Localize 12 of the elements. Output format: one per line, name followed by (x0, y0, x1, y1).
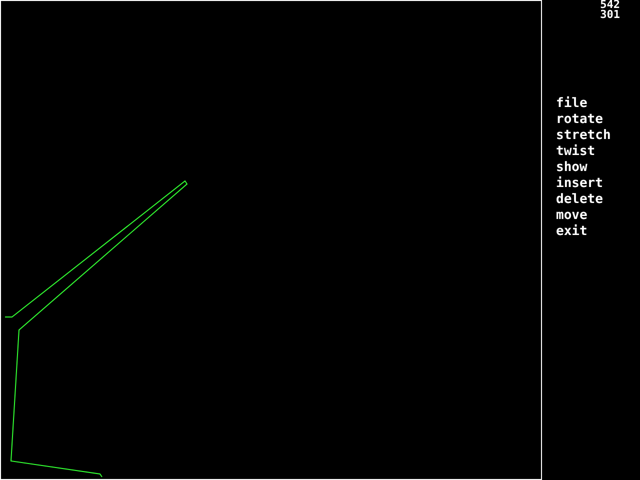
menu-item[interactable]: move (556, 208, 588, 224)
menu-item[interactable]: show (556, 160, 588, 176)
menu-item[interactable]: delete (556, 192, 603, 208)
menu-item[interactable]: stretch (556, 128, 611, 144)
menu-item[interactable]: twist (556, 144, 596, 160)
coordinate-readout: 301 (600, 10, 620, 20)
menu-item[interactable]: exit (556, 224, 588, 240)
coordinate-readout: 542 (600, 0, 620, 10)
drawing-canvas[interactable] (0, 0, 542, 480)
menu-item[interactable]: insert (556, 176, 603, 192)
menu-item[interactable]: rotate (556, 112, 603, 128)
menu-item[interactable]: file (556, 96, 588, 112)
